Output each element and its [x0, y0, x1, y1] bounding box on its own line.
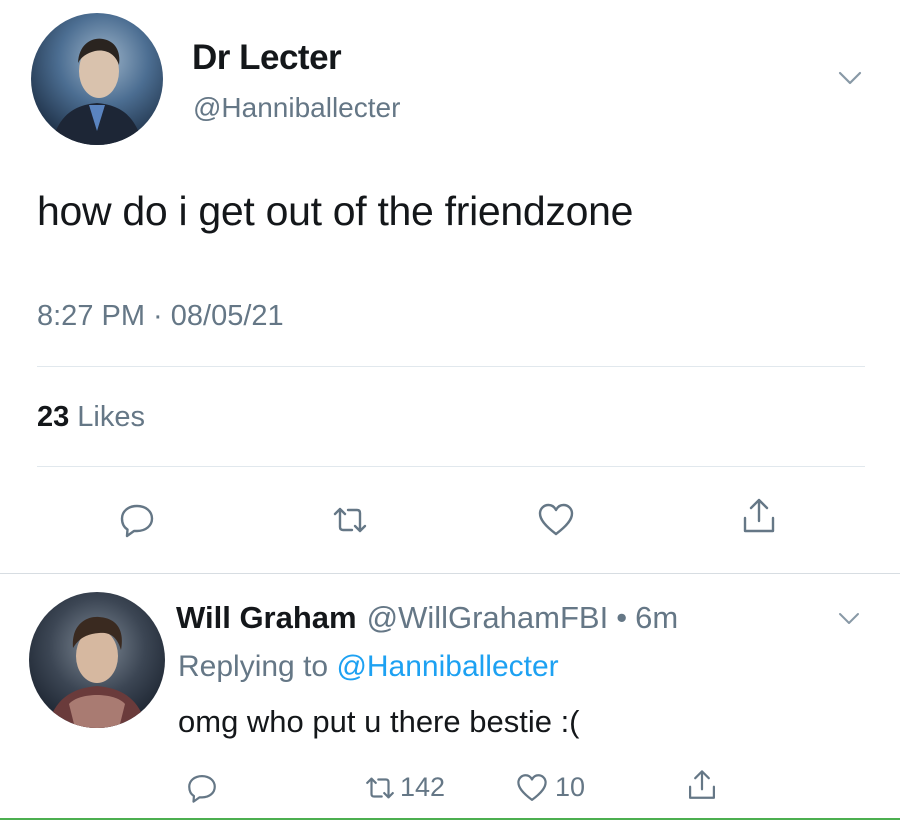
- reply-author-avatar[interactable]: [29, 592, 165, 728]
- reply-header: Will Graham @WillGrahamFBI • 6m: [176, 600, 678, 636]
- replying-mention-link[interactable]: @Hanniballecter: [336, 650, 558, 683]
- reply-icon[interactable]: [185, 771, 219, 805]
- author-display-name[interactable]: Dr Lecter: [192, 38, 342, 78]
- author-avatar[interactable]: [31, 13, 163, 145]
- likes-count: 23: [37, 401, 70, 433]
- share-icon[interactable]: [685, 768, 719, 802]
- author-handle[interactable]: @Hanniballecter: [193, 92, 400, 124]
- avatar-portrait: [51, 38, 143, 145]
- like-count: 10: [555, 772, 586, 802]
- replying-to: Replying to @Hanniballecter: [178, 650, 559, 684]
- reply-handle[interactable]: @WillGrahamFBI: [367, 600, 609, 635]
- replying-prefix: Replying to: [178, 650, 329, 683]
- tweet-text: how do i get out of the friendzone: [37, 188, 634, 234]
- reply-time[interactable]: 6m: [635, 600, 678, 635]
- heart-icon[interactable]: [536, 500, 576, 540]
- reply-text: omg who put u there bestie :(: [178, 704, 580, 739]
- tweet-timestamp[interactable]: 8:27 PM · 08/05/21: [37, 300, 284, 333]
- share-icon[interactable]: [739, 496, 779, 536]
- bottom-border: [0, 818, 900, 820]
- retweet-icon[interactable]: [330, 500, 370, 540]
- separator-dot: •: [616, 600, 628, 635]
- retweet-icon[interactable]: [363, 771, 397, 805]
- likes-label: Likes: [77, 401, 145, 433]
- avatar-portrait: [47, 616, 147, 728]
- divider: [0, 573, 900, 574]
- chevron-down-icon[interactable]: [834, 603, 864, 633]
- reply-icon[interactable]: [117, 500, 157, 540]
- divider: [37, 366, 865, 367]
- divider: [37, 466, 865, 467]
- reply-display-name[interactable]: Will Graham: [176, 600, 357, 635]
- retweet-count: 142: [400, 772, 446, 802]
- likes-summary[interactable]: 23 Likes: [37, 401, 145, 434]
- heart-icon[interactable]: [515, 771, 549, 805]
- chevron-down-icon[interactable]: [834, 62, 866, 94]
